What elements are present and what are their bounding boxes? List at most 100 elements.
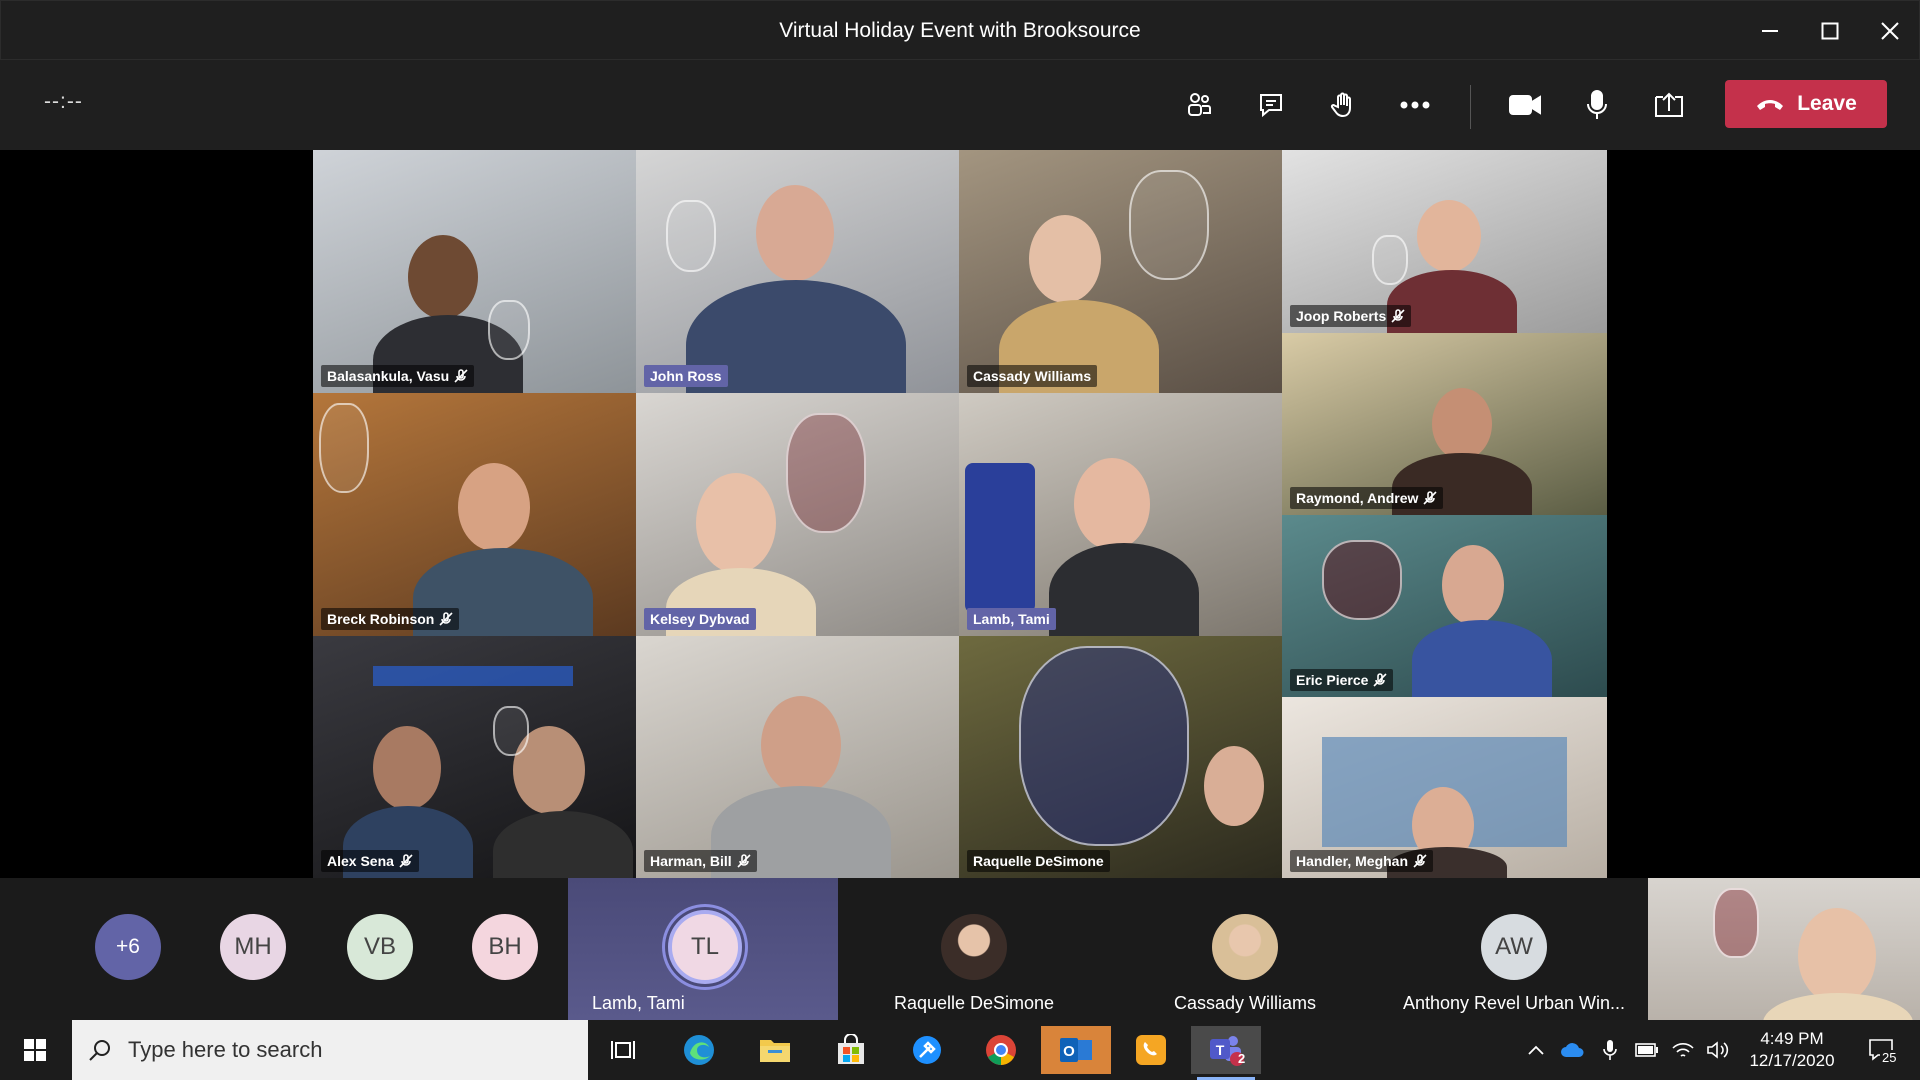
window-title: Virtual Holiday Event with Brooksource bbox=[779, 19, 1141, 42]
store-button[interactable] bbox=[816, 1026, 886, 1074]
microphone-icon bbox=[1587, 90, 1607, 119]
file-explorer-button[interactable] bbox=[740, 1026, 810, 1074]
participants-button[interactable] bbox=[1174, 80, 1224, 130]
chevron-up-icon bbox=[1528, 1045, 1544, 1055]
title-bar: Virtual Holiday Event with Brooksource bbox=[0, 0, 1920, 60]
svg-text:O: O bbox=[1063, 1043, 1075, 1060]
tool-icon bbox=[913, 1036, 941, 1064]
participant-name-tag: Joop Roberts bbox=[1290, 305, 1412, 327]
video-grid: Balasankula, Vasu John Ross Cassady Will… bbox=[313, 150, 1607, 878]
toolbar-divider bbox=[1470, 85, 1471, 129]
volume-tray-icon[interactable] bbox=[1704, 1020, 1732, 1080]
meeting-timer: --:-- bbox=[44, 90, 83, 113]
avatar: TL bbox=[668, 910, 742, 984]
video-tile[interactable]: Eric Pierce bbox=[1282, 515, 1607, 697]
task-view-icon bbox=[611, 1041, 635, 1059]
mic-off-icon bbox=[399, 854, 413, 868]
video-tile[interactable]: Joop Roberts bbox=[1282, 150, 1607, 333]
store-icon bbox=[838, 1034, 864, 1064]
taskbar-search[interactable]: Type here to search bbox=[72, 1020, 588, 1080]
tray-overflow-button[interactable] bbox=[1524, 1020, 1548, 1080]
hang-up-icon bbox=[1757, 100, 1784, 110]
close-icon bbox=[1881, 22, 1899, 40]
video-tile[interactable]: Balasankula, Vasu bbox=[313, 150, 636, 393]
outlook-icon: O bbox=[1060, 1038, 1092, 1062]
participant-name-tag: Raquelle DeSimone bbox=[967, 850, 1110, 872]
roster-name: Cassady Williams bbox=[1173, 993, 1317, 1013]
system-clock[interactable]: 4:49 PM 12/17/2020 bbox=[1732, 1028, 1852, 1072]
task-view-button[interactable] bbox=[588, 1026, 658, 1074]
mic-off-icon bbox=[1391, 309, 1405, 323]
video-tile[interactable]: Breck Robinson bbox=[313, 393, 636, 636]
start-button[interactable] bbox=[0, 1020, 70, 1080]
edge-button[interactable] bbox=[664, 1026, 734, 1074]
onedrive-tray-icon[interactable] bbox=[1558, 1020, 1588, 1080]
action-center-button[interactable]: 25 bbox=[1856, 1020, 1906, 1080]
chrome-button[interactable] bbox=[966, 1026, 1036, 1074]
microphone-button[interactable] bbox=[1572, 80, 1622, 130]
self-view-video[interactable] bbox=[1648, 878, 1920, 1020]
roster-name: Anthony Revel Urban Win... bbox=[1402, 993, 1626, 1013]
wifi-tray-icon[interactable] bbox=[1668, 1020, 1698, 1080]
chat-button[interactable] bbox=[1246, 80, 1296, 130]
video-tile[interactable]: Handler, Meghan bbox=[1282, 697, 1607, 878]
roster-cell[interactable]: AW Anthony Revel Urban Win... bbox=[1380, 878, 1648, 1020]
chat-icon bbox=[1260, 94, 1282, 118]
video-tile[interactable]: Raymond, Andrew bbox=[1282, 333, 1607, 515]
microphone-icon bbox=[1603, 1040, 1617, 1060]
video-tile[interactable]: Lamb, Tami bbox=[959, 393, 1282, 636]
close-button[interactable] bbox=[1861, 1, 1919, 61]
participant-name-tag: Cassady Williams bbox=[967, 365, 1098, 387]
folder-icon bbox=[760, 1040, 790, 1062]
raise-hand-button[interactable] bbox=[1318, 80, 1368, 130]
teams-meeting-window: Virtual Holiday Event with Brooksource -… bbox=[0, 0, 1920, 1020]
avatar[interactable]: BH bbox=[472, 914, 538, 980]
mic-off-icon bbox=[1423, 491, 1437, 505]
outlook-button[interactable]: O bbox=[1041, 1026, 1111, 1074]
camera-button[interactable] bbox=[1500, 80, 1550, 130]
mic-off-icon bbox=[1373, 673, 1387, 687]
cloud-icon bbox=[1561, 1043, 1584, 1057]
participant-name-tag: Lamb, Tami bbox=[967, 608, 1056, 630]
video-tile[interactable]: John Ross bbox=[636, 150, 959, 393]
avatar[interactable]: MH bbox=[220, 914, 286, 980]
video-tile[interactable]: Kelsey Dybvad bbox=[636, 393, 959, 636]
minimize-button[interactable] bbox=[1741, 1, 1799, 61]
participant-name-tag: Balasankula, Vasu bbox=[321, 365, 475, 387]
meeting-toolbar: --:-- Leave bbox=[0, 60, 1920, 150]
teams-button[interactable]: T 2 bbox=[1191, 1026, 1261, 1080]
roster-cell[interactable]: Cassady Williams bbox=[1110, 878, 1380, 1020]
video-tile[interactable]: Raquelle DeSimone bbox=[959, 636, 1282, 878]
leave-label: Leave bbox=[1797, 92, 1857, 115]
search-icon bbox=[89, 1040, 110, 1061]
overflow-count[interactable]: +6 bbox=[95, 914, 161, 980]
roster-name: Raquelle DeSimone bbox=[893, 993, 1055, 1013]
share-screen-button[interactable] bbox=[1644, 80, 1694, 130]
microphone-tray-icon[interactable] bbox=[1596, 1020, 1624, 1080]
participant-name-tag: Breck Robinson bbox=[321, 608, 460, 630]
leave-button[interactable]: Leave bbox=[1725, 80, 1887, 128]
roster-name: Lamb, Tami bbox=[592, 993, 685, 1013]
edge-icon bbox=[684, 1035, 714, 1065]
participant-name-tag: Kelsey Dybvad bbox=[644, 608, 756, 630]
maximize-button[interactable] bbox=[1801, 1, 1859, 61]
camera-icon bbox=[1509, 95, 1541, 115]
chrome-icon bbox=[986, 1035, 1016, 1065]
video-tile[interactable]: Cassady Williams bbox=[959, 150, 1282, 393]
more-actions-button[interactable] bbox=[1390, 80, 1440, 130]
roster-cell-speaking[interactable]: TL Lamb, Tami bbox=[568, 878, 838, 1020]
phone-app-button[interactable] bbox=[1116, 1026, 1186, 1074]
wifi-icon bbox=[1672, 1043, 1694, 1057]
app-button[interactable] bbox=[892, 1026, 962, 1074]
mic-off-icon bbox=[439, 612, 453, 626]
clock-time: 4:49 PM bbox=[1760, 1029, 1824, 1048]
battery-tray-icon[interactable] bbox=[1632, 1020, 1662, 1080]
video-tile[interactable]: Alex Sena bbox=[313, 636, 636, 878]
maximize-icon bbox=[1821, 22, 1839, 40]
roster-cell[interactable]: Raquelle DeSimone bbox=[838, 878, 1110, 1020]
video-tile[interactable]: Harman, Bill bbox=[636, 636, 959, 878]
mic-off-icon bbox=[454, 369, 468, 383]
clock-date: 12/17/2020 bbox=[1749, 1051, 1835, 1070]
avatar bbox=[941, 914, 1007, 980]
avatar[interactable]: VB bbox=[347, 914, 413, 980]
